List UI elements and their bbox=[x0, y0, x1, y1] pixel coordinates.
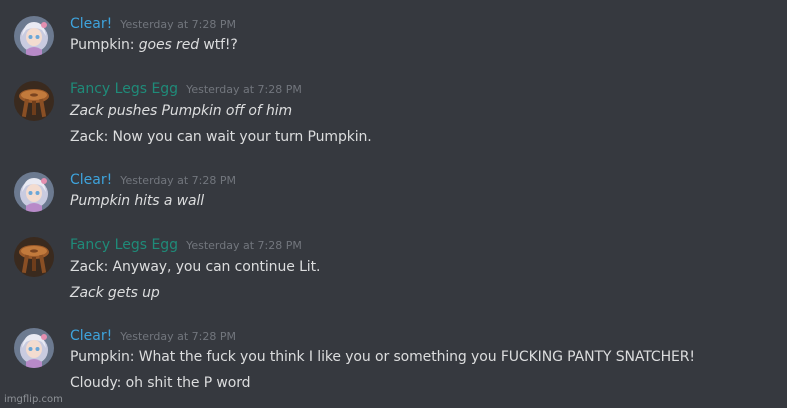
message-header: Clear! Yesterday at 7:28 PM bbox=[70, 172, 236, 192]
username[interactable]: Clear! bbox=[70, 16, 112, 32]
anime-girl-avatar[interactable] bbox=[14, 16, 54, 56]
timestamp: Yesterday at 7:28 PM bbox=[120, 18, 237, 31]
username[interactable]: Fancy Legs Egg bbox=[70, 237, 178, 253]
wooden-stool-avatar[interactable] bbox=[14, 237, 54, 277]
message-text: Pumpkin: What the fuck you think I like … bbox=[70, 349, 695, 365]
text-italic: Pumpkin hits a wall bbox=[70, 193, 205, 209]
text-plain: Cloudy: oh shit the P word bbox=[70, 375, 251, 391]
message-text: Pumpkin: goes red wtf!? bbox=[70, 37, 238, 53]
username[interactable]: Fancy Legs Egg bbox=[70, 81, 178, 97]
text-italic: Zack pushes Pumpkin off of him bbox=[70, 103, 293, 119]
message-text: Cloudy: oh shit the P word bbox=[70, 375, 251, 391]
text-tail: wtf!? bbox=[199, 37, 238, 53]
message-header: Fancy Legs Egg Yesterday at 7:28 PM bbox=[70, 237, 302, 257]
text-plain: Zack: Anyway, you can continue Lit. bbox=[70, 259, 321, 275]
chat-messages: Clear! Yesterday at 7:28 PM Pumpkin: goe… bbox=[0, 0, 787, 408]
text-plain: Pumpkin: What the fuck you think I like … bbox=[70, 349, 695, 365]
message-text: Zack: Now you can wait your turn Pumpkin… bbox=[70, 129, 372, 145]
message-header: Clear! Yesterday at 7:28 PM bbox=[70, 328, 236, 348]
message-text: Zack: Anyway, you can continue Lit. bbox=[70, 259, 320, 275]
timestamp: Yesterday at 7:28 PM bbox=[120, 174, 237, 187]
username[interactable]: Clear! bbox=[70, 172, 112, 188]
text-italic: Zack gets up bbox=[70, 285, 160, 301]
imgflip-watermark: imgflip.com bbox=[4, 394, 63, 405]
message-text: Pumpkin hits a wall bbox=[70, 193, 204, 209]
message-text: Zack gets up bbox=[70, 285, 160, 301]
anime-girl-avatar[interactable] bbox=[14, 328, 54, 368]
text-italic: goes red bbox=[138, 37, 199, 53]
timestamp: Yesterday at 7:28 PM bbox=[186, 83, 302, 96]
text-plain: Zack: Now you can wait your turn Pumpkin… bbox=[70, 129, 372, 145]
message-header: Fancy Legs Egg Yesterday at 7:28 PM bbox=[70, 81, 302, 101]
wooden-stool-avatar[interactable] bbox=[14, 81, 54, 121]
message-header: Clear! Yesterday at 7:28 PM bbox=[70, 16, 236, 36]
username[interactable]: Clear! bbox=[70, 328, 112, 344]
timestamp: Yesterday at 7:28 PM bbox=[120, 330, 237, 343]
message-text: Zack pushes Pumpkin off of him bbox=[70, 103, 292, 119]
text-plain: Pumpkin: bbox=[70, 37, 139, 53]
anime-girl-avatar[interactable] bbox=[14, 172, 54, 212]
timestamp: Yesterday at 7:28 PM bbox=[186, 239, 302, 252]
